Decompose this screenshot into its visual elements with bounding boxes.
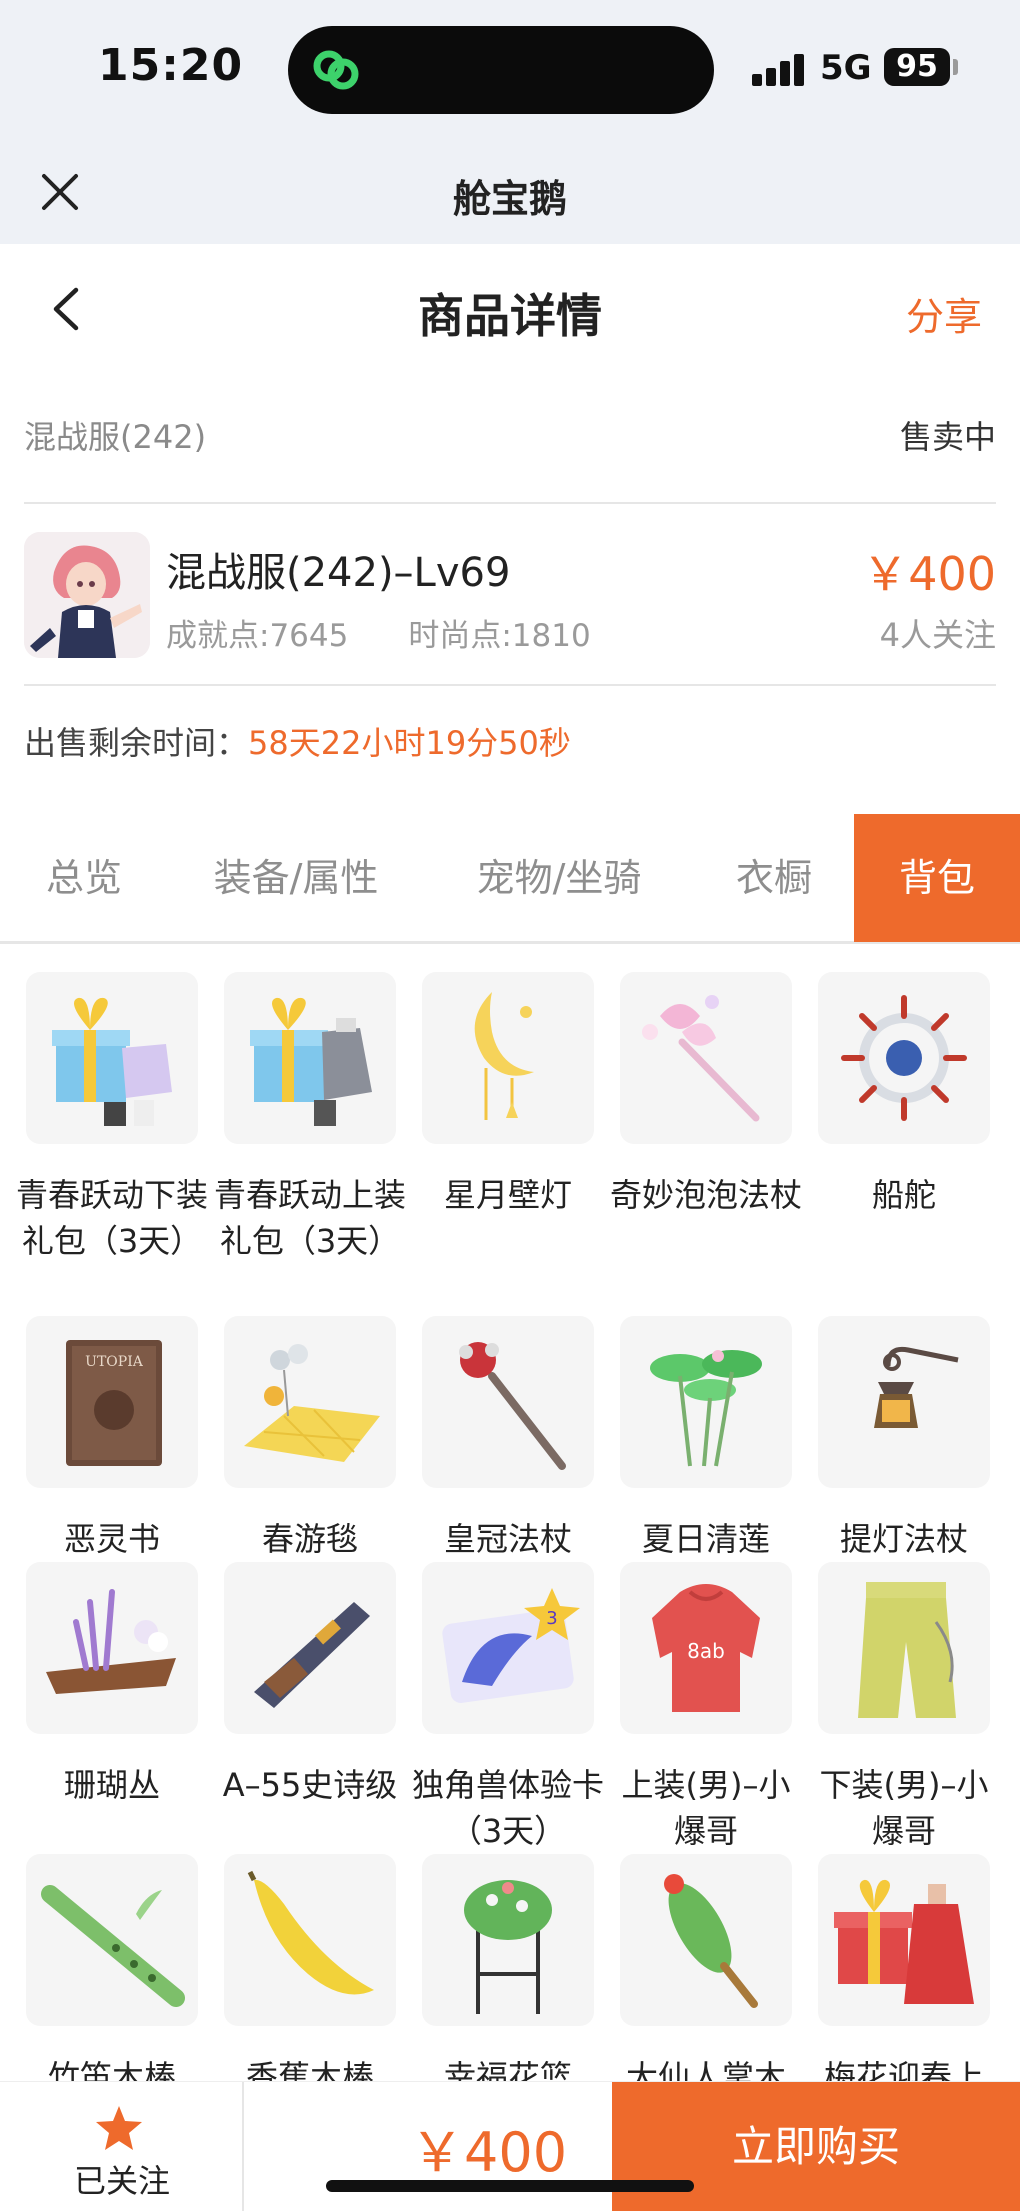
battery-icon: 95 [884,48,950,86]
moon-lamp-icon [422,972,594,1144]
inventory-item-name: 上装(男)–小爆哥 [621,1766,791,1850]
page-title: 商品详情 [418,289,602,343]
status-bar: 15:20 5G 95 [0,0,1020,140]
item-title: 混战服(242)–Lv69 [166,550,511,596]
inventory-item-name: 大仙人掌木 [625,2058,786,2081]
cactus-icon [620,1854,792,2026]
svg-text:3: 3 [546,1608,557,1629]
bubble-wand-icon [620,972,792,1144]
svg-text:UTOPIA: UTOPIA [85,1354,144,1370]
tab-wardrobe[interactable]: 衣橱 [694,814,854,942]
fashion-points: 时尚点:1810 [408,618,591,654]
svg-text:8ab: 8ab [687,1639,725,1663]
inventory-item-name: 下装(男)–小爆哥 [819,1766,989,1850]
remaining-time-label: 出售剩余时间： [24,724,249,762]
inventory-grid: 青春跃动下装礼包（3天） 青春跃动上装礼包（3天） 星月壁灯 奇妙泡泡法杖 船舵… [0,946,1020,2081]
item-summary: 混战服(242)–Lv69 成就点:7645 时尚点:1810 ￥400 4人关注 [24,530,996,660]
character-avatar [24,532,150,658]
tab-pets[interactable]: 宠物/坐骑 [424,814,694,942]
server-row: 混战服(242) 售卖中 [24,412,996,472]
divider [24,502,996,504]
server-name: 混战服(242) [24,418,207,456]
link-icon [313,50,359,90]
network-type: 5G [820,48,872,88]
inventory-item-name: 夏日清莲 [641,1520,770,1558]
gift-box-icon [26,972,198,1144]
inventory-item-name: 竹笛木棒 [47,2058,176,2081]
tab-backpack[interactable]: 背包 [854,814,1020,942]
inventory-item-name: A–55史诗级 [222,1766,398,1804]
nav-bar: 商品详情 分享 [0,244,1020,374]
watcher-count: 4人关注 [879,616,996,654]
inventory-item-name: 星月壁灯 [443,1176,572,1214]
signal-icon [752,54,806,86]
tab-equipment[interactable]: 装备/属性 [168,814,424,942]
tab-overview[interactable]: 总览 [0,814,168,942]
inventory-item-name: 梅花迎春上 [823,2058,984,2081]
remaining-time-value: 58天22小时19分50秒 [248,724,571,762]
picnic-blanket-icon [224,1316,396,1488]
home-indicator [326,2180,694,2192]
gift-box-icon [224,972,396,1144]
inventory-item-name: 提灯法杖 [839,1520,968,1558]
bamboo-flute-icon [26,1854,198,2026]
inventory-item-name: 珊瑚丛 [63,1766,160,1804]
dynamic-island [288,26,714,114]
lotus-icon [620,1316,792,1488]
inventory-item-name: 皇冠法杖 [443,1520,572,1558]
status-time: 15:20 [98,40,244,91]
banana-icon [224,1854,396,2026]
hoodie-icon: 8ab [620,1562,792,1734]
mini-program-title: 舱宝鹅 [452,177,567,221]
inventory-item-name: 青春跃动上装礼包（3天） [213,1176,406,1260]
follow-button[interactable]: 已关注 [0,2082,244,2211]
battery-tip [953,59,958,75]
inventory-item-name: 香蕉木棒 [245,2058,374,2081]
divider [24,684,996,686]
inventory-item-name: 船舵 [871,1176,936,1214]
lantern-staff-icon [818,1316,990,1488]
rifle-icon [224,1562,396,1734]
sale-status: 售卖中 [899,418,996,456]
coral-icon [26,1562,198,1734]
detail-tabs: 总览 装备/属性 宠物/坐骑 衣橱 背包 [0,814,1020,944]
gift-outfit-icon [818,1854,990,2026]
star-icon [96,2106,142,2150]
item-stats: 成就点:7645 时尚点:1810 [166,610,591,655]
mini-program-header: 舱宝鹅 [0,140,1020,244]
remaining-time-row: 出售剩余时间：58天22小时19分50秒 [24,718,571,764]
follow-label: 已关注 [73,2162,170,2200]
pants-icon [818,1562,990,1734]
inventory-item-name: 独角兽体验卡（3天） [411,1766,604,1850]
achievement-points: 成就点:7645 [166,618,349,654]
book-icon: UTOPIA [26,1316,198,1488]
inventory-item-name: 恶灵书 [63,1520,160,1558]
ship-wheel-icon [818,972,990,1144]
unicorn-card-icon: 3 [422,1562,594,1734]
inventory-item-name: 奇妙泡泡法杖 [609,1176,802,1214]
item-price: ￥400 [862,547,996,601]
flower-basket-icon [422,1854,594,2026]
inventory-item-name: 幸福花篮 [443,2058,572,2081]
inventory-item-name: 青春跃动下装礼包（3天） [15,1176,208,1260]
inventory-item-name: 春游毯 [261,1520,358,1558]
share-button[interactable]: 分享 [906,286,982,341]
crown-staff-icon [422,1316,594,1488]
total-price: ￥400 [410,2121,568,2184]
